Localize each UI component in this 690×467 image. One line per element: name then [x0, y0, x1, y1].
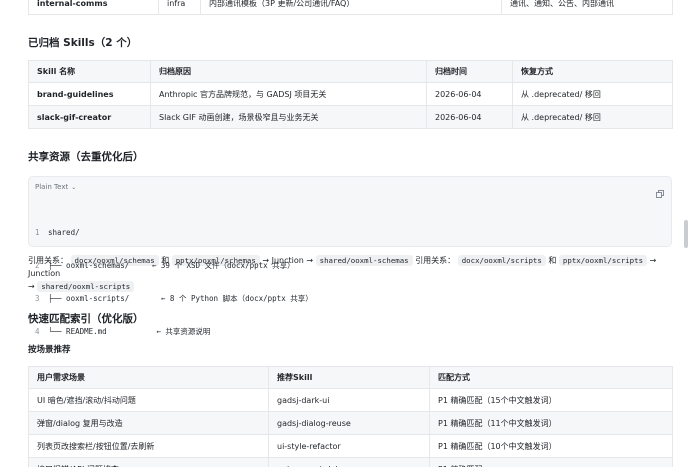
table-cell: P1 精确匹配（11个中文触发词） — [429, 411, 673, 435]
table-row: slack-gif-creator Slack GIF 动画创建，场景极窄且与业… — [28, 105, 673, 129]
relation-label: 引用关系： — [415, 256, 456, 265]
column-header: 归档时间 — [426, 60, 513, 83]
inline-code: docx/ooxml/scripts — [457, 255, 546, 266]
column-header: 推荐Skill — [268, 366, 430, 389]
code-text: ├── ooxml-scripts/ ← 8 个 Python 脚本（docx/… — [48, 294, 313, 303]
table-cell: slack-gif-creator — [28, 105, 151, 129]
document-content: internal-comms infra 内部通讯模板（3P 更新/公司通讯/F… — [28, 0, 673, 467]
table-cell: brand-guidelines — [28, 82, 151, 106]
table-row: 列表页改搜索栏/按钮位置/去刷新 ui-style-refactor P1 精确… — [28, 434, 673, 458]
vertical-scrollbar[interactable] — [684, 220, 688, 248]
code-line: 3 ├── ooxml-scripts/ ← 8 个 Python 脚本（docx… — [35, 293, 313, 304]
table-cell: Slack GIF 动画创建，场景极窄且与业务无关 — [150, 105, 427, 129]
column-header: 匹配方式 — [429, 366, 673, 389]
copy-icon[interactable] — [656, 183, 664, 198]
table-cell: 通讯、通知、公告、内部通讯 — [501, 0, 673, 15]
column-header: 用户需求场景 — [28, 366, 269, 389]
table-cell: 2026-06-04 — [426, 105, 513, 129]
line-number: 2 — [35, 261, 40, 270]
table-cell: ui-style-refactor — [268, 434, 430, 458]
inline-code: shared/ooxml-schemas — [315, 255, 413, 266]
table-cell: api-request-debugger — [268, 457, 430, 467]
table-cell: gadsj-dark-ui — [268, 388, 430, 412]
table-header-row: 用户需求场景 推荐Skill 匹配方式 — [28, 366, 673, 389]
table-row: 接口报错/API 问题排查 api-request-debugger P1 精确… — [28, 457, 673, 467]
table-cell: P1 精确匹配 — [429, 457, 673, 467]
table-cell: Anthropic 官方品牌规范，与 GADSJ 项目无关 — [150, 82, 427, 106]
table-row: 弹窗/dialog 复用与改造 gadsj-dialog-reuse P1 精确… — [28, 411, 673, 435]
line-number: 1 — [35, 228, 40, 237]
table-cell: UI 暗色/遮挡/滚动/抖动问题 — [28, 388, 269, 412]
code-line: 2 ├── ooxml-schemas/ ← 39 个 XSD 文件（docx/p… — [35, 260, 313, 271]
code-line: 1 shared/ — [35, 227, 313, 238]
column-header: 恢复方式 — [512, 60, 673, 83]
code-lines: 1 shared/ 2 ├── ooxml-schemas/ ← 39 个 XSD … — [35, 205, 313, 359]
code-text: ├── ooxml-schemas/ ← 39 个 XSD 文件（docx/pp… — [48, 261, 295, 270]
table-cell: gadsj-dialog-reuse — [268, 411, 430, 435]
relation-text: 和 — [548, 256, 557, 265]
table-cell: P1 精确匹配（15个中文触发词） — [429, 388, 673, 412]
line-number: 4 — [35, 327, 40, 336]
table-cell: 内部通讯模板（3P 更新/公司通讯/FAQ） — [200, 0, 502, 15]
table-row: brand-guidelines Anthropic 官方品牌规范，与 GADS… — [28, 82, 673, 106]
table-row: internal-comms infra 内部通讯模板（3P 更新/公司通讯/F… — [28, 0, 673, 15]
table-cell: 弹窗/dialog 复用与改造 — [28, 411, 269, 435]
code-line: 4 └── README.md ← 共享资源说明 — [35, 326, 313, 337]
column-header: 归档原因 — [150, 60, 427, 83]
table-cell: 接口报错/API 问题排查 — [28, 457, 269, 467]
code-language-label: Plain Text — [35, 183, 69, 191]
code-block: Plain Text ⌄ 1 shared/ 2 ├── ooxml-schemas/… — [28, 176, 672, 336]
table-cell: 从 .deprecated/ 移回 — [512, 105, 673, 129]
table-cell: P1 精确匹配（10个中文触发词） — [429, 434, 673, 458]
skills-table-continued: internal-comms infra 内部通讯模板（3P 更新/公司通讯/F… — [28, 0, 673, 15]
code-text: shared/ — [48, 228, 80, 237]
inline-code: pptx/ooxml/scripts — [558, 255, 648, 266]
code-text: └── README.md ← 共享资源说明 — [48, 327, 211, 336]
table-row: UI 暗色/遮挡/滚动/抖动问题 gadsj-dark-ui P1 精确匹配（1… — [28, 388, 673, 412]
code-language-selector[interactable]: Plain Text ⌄ — [35, 183, 76, 191]
table-header-row: Skill 名称 归档原因 归档时间 恢复方式 — [28, 60, 673, 83]
shared-resources-heading: 共享资源（去重优化后） — [28, 151, 144, 163]
line-number: 3 — [35, 294, 40, 303]
chevron-down-icon: ⌄ — [71, 184, 77, 191]
archived-skills-table: Skill 名称 归档原因 归档时间 恢复方式 brand-guidelines… — [28, 60, 673, 129]
relation-text: → — [28, 282, 35, 291]
table-cell: 列表页改搜索栏/按钮位置/去刷新 — [28, 434, 269, 458]
column-header: Skill 名称 — [28, 60, 151, 83]
archived-skills-heading: 已归档 Skills（2 个） — [28, 37, 138, 49]
document-page: internal-comms infra 内部通讯模板（3P 更新/公司通讯/F… — [0, 0, 690, 467]
table-cell: internal-comms — [28, 0, 159, 15]
table-cell: infra — [158, 0, 201, 15]
table-cell: 从 .deprecated/ 移回 — [512, 82, 673, 106]
table-cell: 2026-06-04 — [426, 82, 513, 106]
scenario-table: 用户需求场景 推荐Skill 匹配方式 UI 暗色/遮挡/滚动/抖动问题 gad… — [28, 366, 673, 467]
